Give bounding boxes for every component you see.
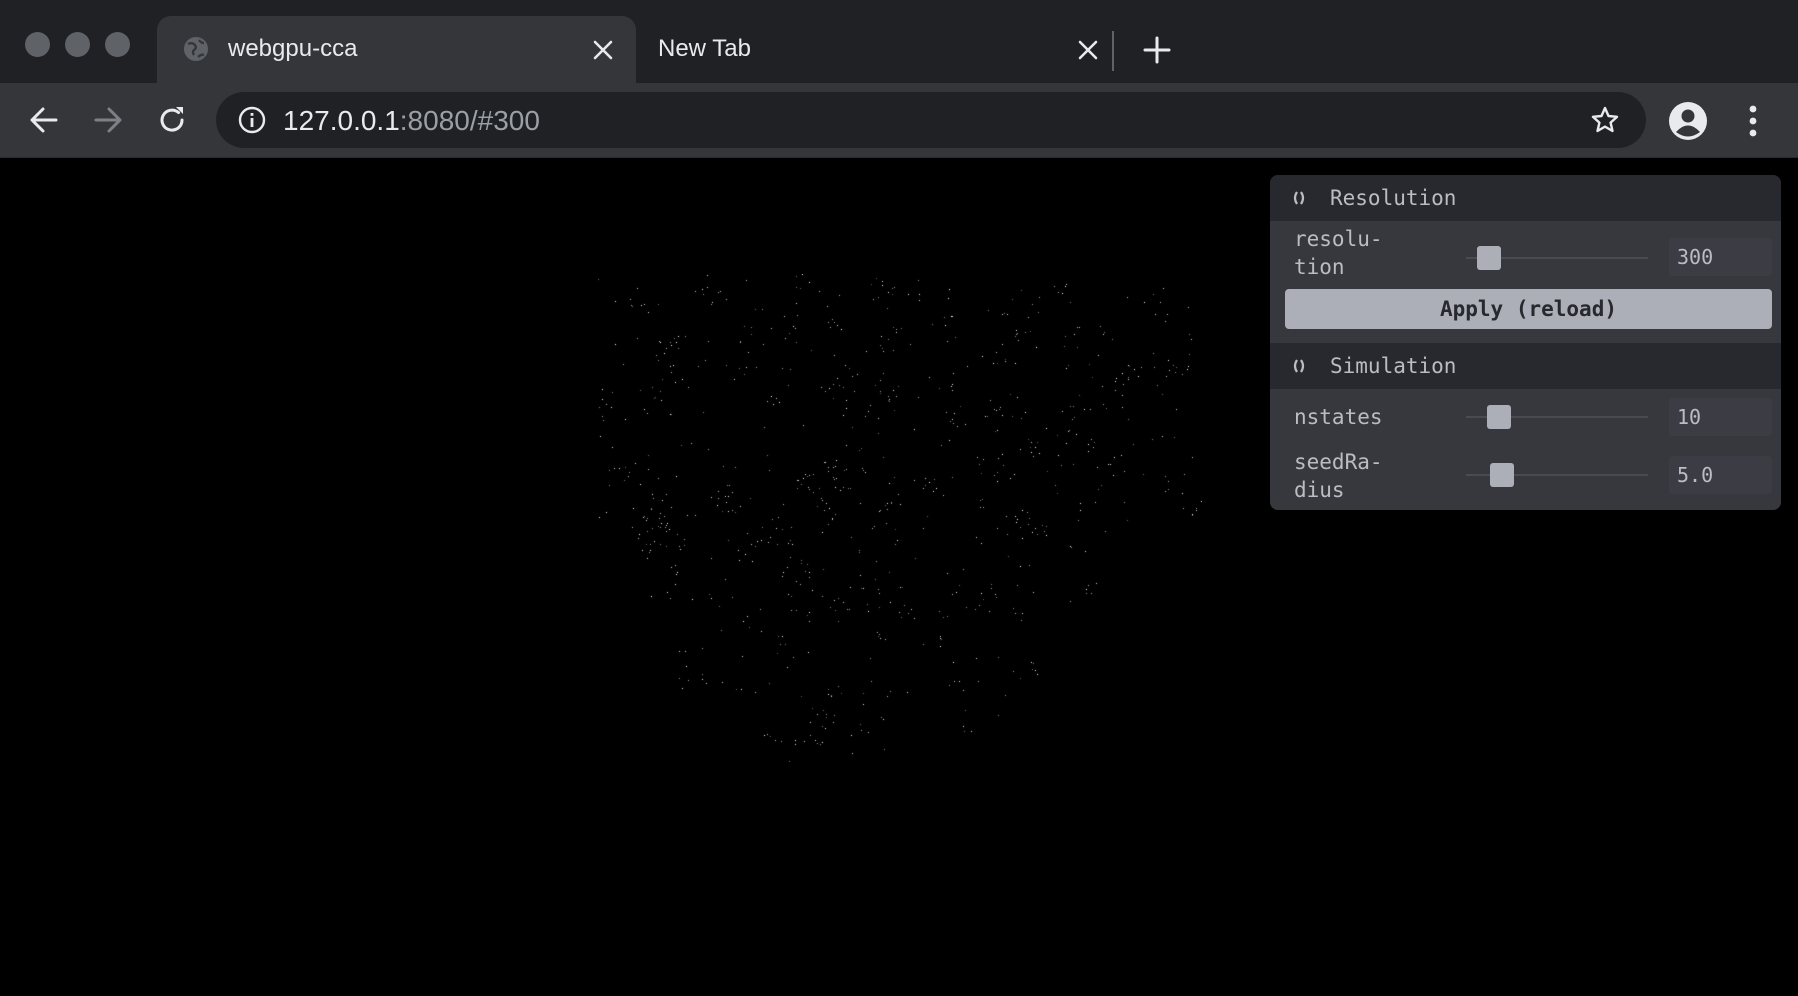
window-minimize-button[interactable]	[65, 32, 90, 57]
reload-icon[interactable]	[156, 104, 188, 136]
resolution-slider-knob[interactable]	[1477, 246, 1501, 270]
browser-title-bar: webgpu-cca New Tab	[0, 0, 1798, 83]
arrow-left-icon[interactable]	[28, 104, 60, 136]
close-icon[interactable]	[591, 38, 615, 62]
control-panel: Resolution resolu- tion 300 Apply (reloa…	[1270, 175, 1781, 510]
url-path: :8080/#300	[399, 105, 540, 136]
kebab-menu-icon[interactable]	[1736, 103, 1770, 139]
address-bar[interactable]: 127.0.0.1:8080/#300	[216, 92, 1646, 148]
folder-toggle-icon	[1293, 191, 1305, 205]
simulation-canvas[interactable]	[598, 274, 1202, 762]
tab-webgpu-cca[interactable]: webgpu-cca	[157, 16, 636, 83]
folder-title: Resolution	[1330, 186, 1457, 210]
folder-simulation-header[interactable]: Simulation	[1270, 343, 1781, 389]
new-tab-plus-icon[interactable]	[1143, 36, 1171, 64]
folder-toggle-icon	[1293, 359, 1305, 373]
tab-title: webgpu-cca	[228, 35, 358, 62]
browser-toolbar: 127.0.0.1:8080/#300	[0, 83, 1798, 158]
globe-icon	[184, 37, 208, 61]
nstates-row: nstates 10	[1270, 389, 1781, 445]
nstates-label: nstates	[1294, 405, 1383, 429]
resolution-row: resolu- tion 300	[1270, 221, 1781, 285]
star-icon[interactable]	[1590, 105, 1620, 135]
folder-resolution-header[interactable]: Resolution	[1270, 175, 1781, 221]
resolution-label: resolu- tion	[1294, 227, 1383, 279]
url-host: 127.0.0.1	[283, 105, 400, 136]
nstates-slider-knob[interactable]	[1487, 405, 1511, 429]
apply-row: Apply (reload)	[1270, 285, 1781, 343]
apply-reload-button[interactable]: Apply (reload)	[1285, 289, 1772, 329]
close-icon[interactable]	[1076, 38, 1100, 62]
window-maximize-button[interactable]	[105, 32, 130, 57]
arrow-right-icon[interactable]	[92, 104, 124, 136]
seedradius-label: seedRa- dius	[1294, 450, 1383, 502]
tab-title: New Tab	[658, 35, 751, 62]
tab-separator	[1112, 31, 1114, 71]
seedradius-row: seedRa- dius 5.0	[1270, 445, 1781, 510]
window-close-button[interactable]	[25, 32, 50, 57]
folder-title: Simulation	[1330, 354, 1457, 378]
tab-new-tab[interactable]: New Tab	[636, 16, 1121, 83]
nstates-input[interactable]: 10	[1669, 398, 1772, 436]
url-text[interactable]: 127.0.0.1:8080/#300	[283, 105, 540, 137]
account-icon[interactable]	[1668, 101, 1708, 141]
seedradius-slider-knob[interactable]	[1490, 463, 1514, 487]
seedradius-input[interactable]: 5.0	[1669, 456, 1772, 494]
resolution-input[interactable]: 300	[1669, 238, 1772, 276]
info-icon[interactable]	[238, 106, 266, 134]
